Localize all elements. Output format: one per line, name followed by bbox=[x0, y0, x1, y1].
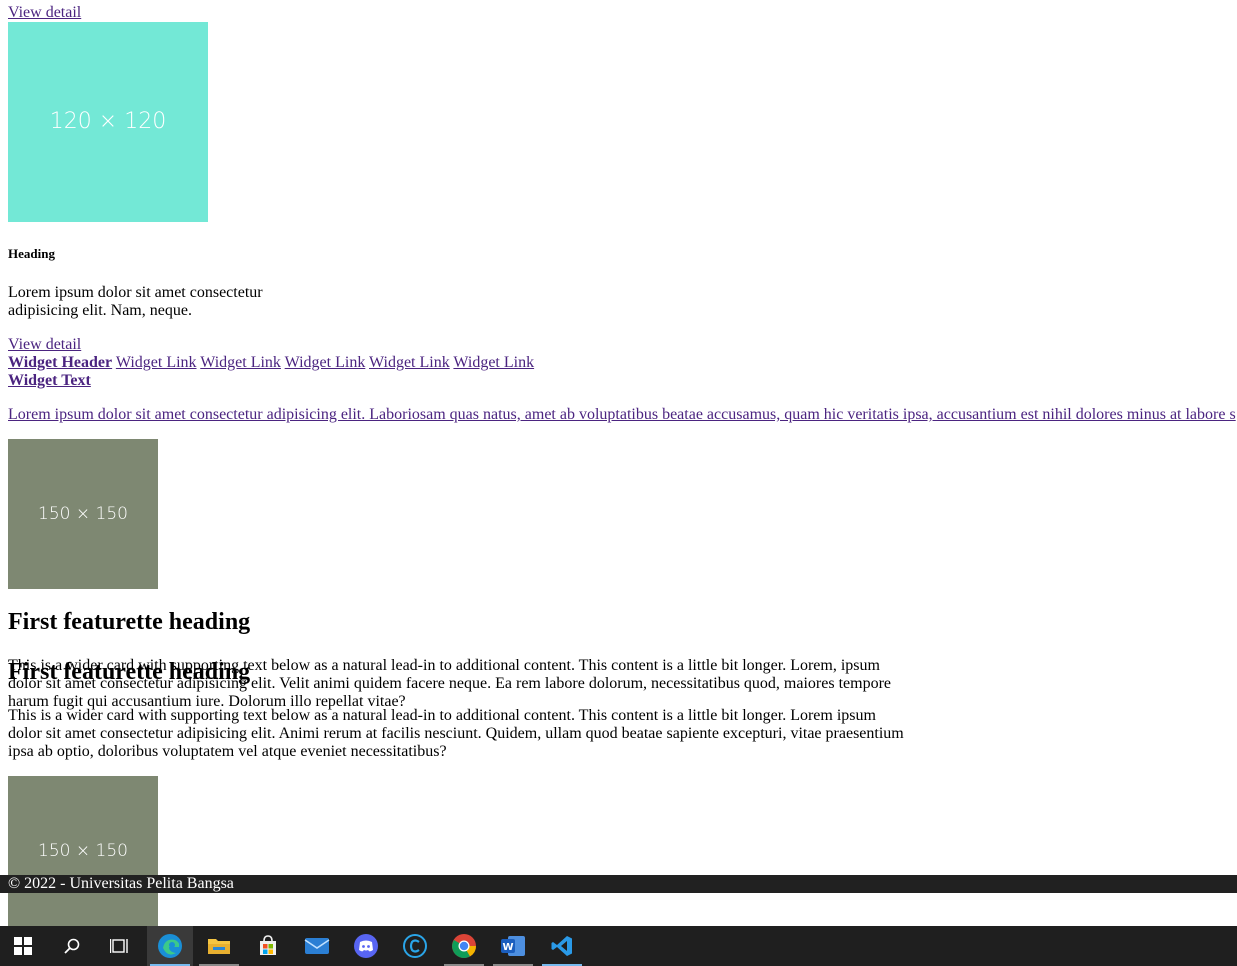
featurette-text-line: ipsa ab optio, doloribus voluptatem vel … bbox=[8, 743, 447, 760]
widget-link[interactable]: Widget Link bbox=[116, 354, 197, 371]
featurette-heading: First featurette heading bbox=[8, 609, 251, 635]
placeholder-label: 120 × 120 bbox=[49, 109, 167, 134]
widget-header-link[interactable]: Widget Header bbox=[8, 354, 112, 371]
footer: © 2022 - Universitas Pelita Bangsa bbox=[0, 875, 1237, 893]
placeholder-image-150: 150 × 150 bbox=[8, 439, 158, 589]
widget-link[interactable]: Widget Link bbox=[285, 354, 366, 371]
mail-icon[interactable] bbox=[294, 926, 340, 966]
file-explorer-icon[interactable] bbox=[196, 926, 242, 966]
windows-start-icon[interactable] bbox=[0, 926, 46, 966]
edge-browser-icon[interactable] bbox=[147, 926, 193, 966]
footer-copyright: © 2022 - Universitas Pelita Bangsa bbox=[8, 875, 234, 892]
placeholder-label: 150 × 150 bbox=[38, 841, 128, 861]
widget-link[interactable]: Widget Link bbox=[453, 354, 534, 371]
discord-icon[interactable] bbox=[343, 926, 389, 966]
card-text-line-2: adipisicing elit. Nam, neque. bbox=[8, 302, 192, 319]
svg-text:W: W bbox=[502, 942, 513, 953]
ccleaner-icon[interactable] bbox=[392, 926, 438, 966]
chrome-icon[interactable] bbox=[441, 926, 487, 966]
featurette-text-line: dolor sit amet consectetur adipisicing e… bbox=[8, 675, 891, 692]
microsoft-store-icon[interactable] bbox=[245, 926, 291, 966]
search-icon[interactable] bbox=[49, 926, 95, 966]
placeholder-image-120: 120 × 120 bbox=[8, 22, 208, 222]
widget-nav: Widget Header Widget Link Widget Link Wi… bbox=[8, 354, 534, 372]
placeholder-label: 150 × 150 bbox=[38, 504, 128, 524]
card-heading: Heading bbox=[8, 246, 55, 261]
card-view-detail-link[interactable]: View detail bbox=[8, 336, 81, 354]
widget-text-link[interactable]: Widget Text bbox=[8, 372, 91, 390]
widget-link[interactable]: Widget Link bbox=[200, 354, 281, 371]
featurette-text-line: This is a wider card with supporting tex… bbox=[8, 707, 876, 724]
task-view-icon[interactable] bbox=[97, 926, 143, 966]
featurette-text-line: dolor sit amet consectetur adipisicing e… bbox=[8, 725, 904, 742]
card-text-line-1: Lorem ipsum dolor sit amet consectetur bbox=[8, 284, 263, 301]
widget-link[interactable]: Widget Link bbox=[369, 354, 450, 371]
taskbar: W bbox=[0, 926, 1237, 966]
widget-paragraph-link[interactable]: Lorem ipsum dolor sit amet consectetur a… bbox=[8, 406, 1236, 424]
vscode-icon[interactable] bbox=[539, 926, 585, 966]
word-icon[interactable]: W bbox=[490, 926, 536, 966]
placeholder-image-150: 150 × 150 bbox=[8, 776, 158, 926]
top-view-detail-link[interactable]: View detail bbox=[8, 4, 81, 22]
